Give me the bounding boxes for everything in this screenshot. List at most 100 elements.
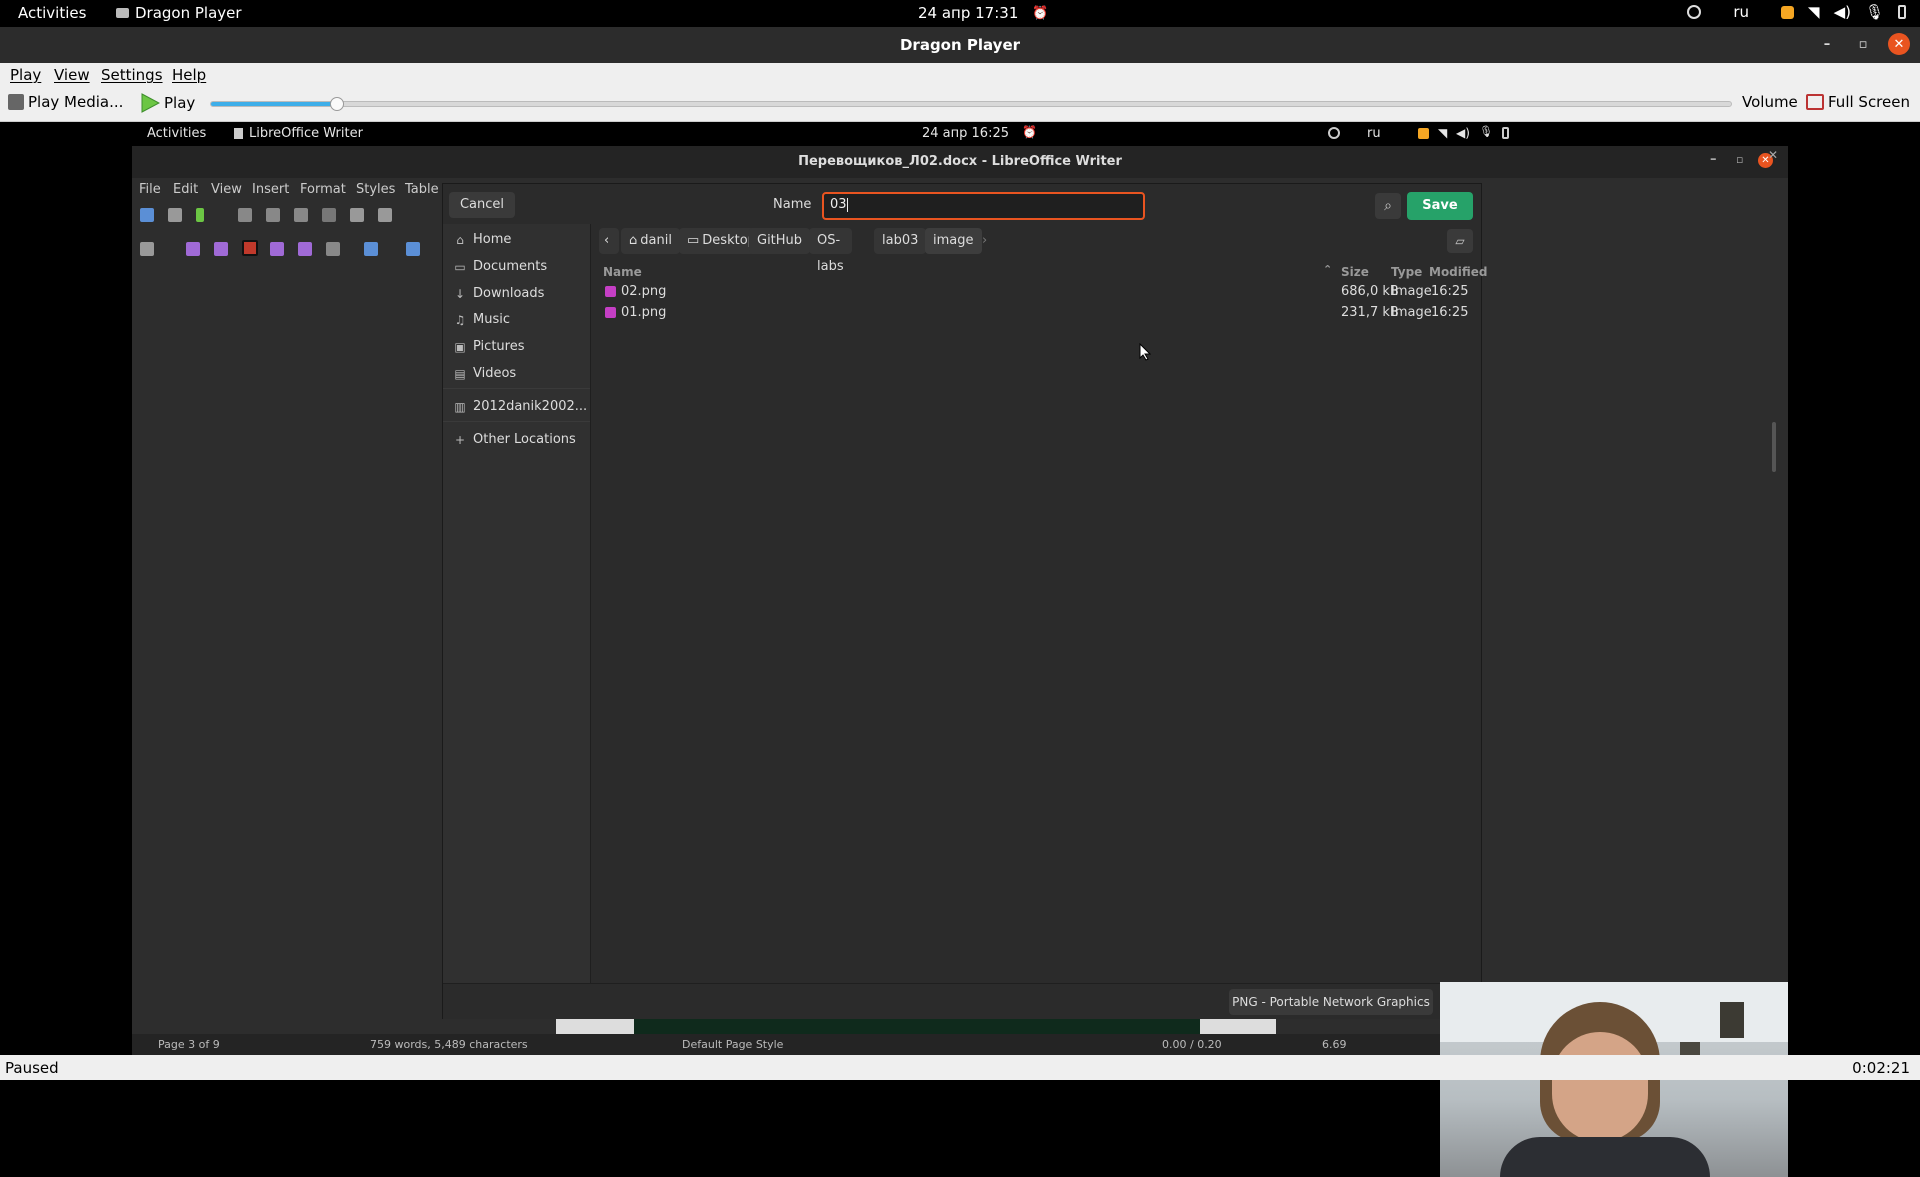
maximize-button[interactable]: ▫ xyxy=(1852,33,1874,55)
page-indicator: Page 3 of 9 xyxy=(158,1038,220,1051)
seek-handle[interactable] xyxy=(330,97,345,111)
inner-lang: ru xyxy=(1367,126,1381,141)
column-type[interactable]: Type xyxy=(1391,265,1422,279)
path-back-button[interactable]: ‹ xyxy=(599,228,619,254)
alarm-icon: ⏰ xyxy=(1032,5,1049,21)
inner-clock: 24 апр 16:25 xyxy=(922,126,1009,141)
file-type-filter[interactable]: PNG - Portable Network Graphics xyxy=(1229,989,1433,1015)
volume-button[interactable]: Volume xyxy=(1742,93,1798,111)
sidebar-item-drive[interactable]: ▥ 2012danik2002... xyxy=(453,399,587,414)
breadcrumb-image[interactable]: image xyxy=(925,228,982,254)
file-modified: 16:25 xyxy=(1431,284,1469,299)
sidebar-item-home[interactable]: ⌂ Home xyxy=(453,232,511,247)
breadcrumb-home[interactable]: ⌂ danil xyxy=(621,228,680,254)
save-button[interactable]: Save xyxy=(1407,192,1473,220)
fullscreen-button[interactable]: Full Screen xyxy=(1806,93,1910,111)
dialog-header: Cancel Name 03 ⌕ Save xyxy=(443,184,1481,224)
close-button[interactable]: ✕ xyxy=(1888,33,1910,55)
file-type: Image xyxy=(1391,305,1432,320)
breadcrumb-os-labs[interactable]: OS-labs xyxy=(809,228,852,274)
page-thumbnail xyxy=(1200,1019,1276,1034)
clock[interactable]: 24 апр 17:31 ⏰ xyxy=(918,4,1049,22)
activities-button[interactable]: Activities xyxy=(18,4,86,22)
column-name[interactable]: Name xyxy=(603,265,642,279)
export-icon xyxy=(238,208,252,222)
inner-activities: Activities xyxy=(147,126,207,141)
wrap-through-icon xyxy=(326,242,340,256)
play-media-button[interactable]: Play Media... xyxy=(8,93,123,111)
menu-settings[interactable]: Settings xyxy=(101,66,163,84)
sidebar-item-videos[interactable]: ▤ Videos xyxy=(453,366,516,381)
cancel-button[interactable]: Cancel xyxy=(449,192,515,218)
battery-icon xyxy=(1898,5,1906,19)
music-icon: ♫ xyxy=(454,312,466,327)
file-row[interactable]: 01.png 231,7 kB Image 16:25 xyxy=(599,303,1475,323)
app-menu[interactable]: Dragon Player xyxy=(116,4,242,22)
wifi-icon: ◥ xyxy=(1808,3,1820,21)
menu-help[interactable]: Help xyxy=(172,66,206,84)
dragon-icon xyxy=(116,8,129,18)
writer-menu-bar: File Edit View Insert Format Styles Tabl… xyxy=(132,178,442,200)
system-tray[interactable]: ru ◥ ◀) 🎙 xyxy=(1687,3,1906,21)
playback-time: 0:02:21 xyxy=(1852,1059,1910,1077)
window-title-bar: Dragon Player – ▫ ✕ xyxy=(0,27,1920,63)
new-doc-icon xyxy=(140,208,154,222)
anchor-icon xyxy=(140,242,154,256)
chevron-right-icon: › xyxy=(982,233,988,248)
inner-status-icon xyxy=(1328,127,1340,139)
new-folder-button[interactable]: ▱ xyxy=(1447,229,1473,253)
sidebar-item-pictures[interactable]: ▣ Pictures xyxy=(453,339,524,354)
search-button[interactable]: ⌕ xyxy=(1375,193,1401,219)
page-thumbnail xyxy=(556,1019,634,1034)
breadcrumb-label: danil xyxy=(640,233,672,248)
print-icon xyxy=(266,208,280,222)
save-icon xyxy=(196,208,204,222)
sidebar-item-downloads[interactable]: ↓ Downloads xyxy=(453,286,544,301)
filename-input[interactable]: 03 xyxy=(822,192,1145,220)
chevron-left-icon: ‹ xyxy=(604,233,610,248)
file-list-header: Name ⌃ Size Type Modified xyxy=(599,263,1488,281)
desktop-icon: ▭ xyxy=(687,233,700,248)
wrap-left-icon xyxy=(270,242,284,256)
sidebar-separator xyxy=(443,421,590,422)
inner-alarm-icon: ⏰ xyxy=(1022,125,1037,139)
breadcrumb-github[interactable]: GitHub xyxy=(749,228,811,254)
menu-play[interactable]: Play xyxy=(10,66,41,84)
lang-indicator[interactable]: ru xyxy=(1733,3,1749,21)
writer-title: Перевощиков_Л02.docx - LibreOffice Write… xyxy=(798,154,1122,169)
video-area[interactable]: Activities LibreOffice Writer 24 апр 16:… xyxy=(0,122,1920,1177)
writer-menu-edit: Edit xyxy=(173,182,199,197)
sidebar-item-label: Music xyxy=(473,312,510,327)
person-body xyxy=(1500,1137,1710,1177)
play-button[interactable]: Play xyxy=(140,93,195,113)
videos-icon: ▤ xyxy=(454,366,466,381)
inner-volume-icon: ◀) xyxy=(1456,126,1470,140)
drive-icon: ▥ xyxy=(454,399,466,414)
sort-ascending-icon: ⌃ xyxy=(1323,263,1333,276)
menu-view[interactable]: View xyxy=(54,66,90,84)
sidebar-item-music[interactable]: ♫ Music xyxy=(453,312,510,327)
file-row[interactable]: 02.png 686,0 kB Image 16:25 xyxy=(599,282,1475,302)
file-name: 01.png xyxy=(621,305,667,320)
sidebar-close-icon: ✕ xyxy=(1768,148,1779,162)
column-size[interactable]: Size xyxy=(1341,265,1369,279)
play-media-label: Play Media... xyxy=(28,93,124,111)
menu-bar: Play View Settings Help xyxy=(0,63,1920,87)
toolbar: Play Media... Play Volume Full Screen xyxy=(0,87,1920,122)
page-style: Default Page Style xyxy=(682,1038,784,1051)
writer-maximize: ▫ xyxy=(1736,153,1744,166)
inner-app-label: LibreOffice Writer xyxy=(249,126,363,141)
open-media-icon xyxy=(8,94,24,110)
file-name: 02.png xyxy=(621,284,667,299)
sidebar-item-documents[interactable]: ▭ Documents xyxy=(453,259,547,274)
breadcrumb-lab03[interactable]: lab03 xyxy=(874,228,927,254)
sidebar-item-other-locations[interactable]: + Other Locations xyxy=(453,432,576,447)
home-icon: ⌂ xyxy=(629,233,638,248)
wrap-right-icon xyxy=(298,242,312,256)
minimize-button[interactable]: – xyxy=(1816,33,1838,55)
document-strip xyxy=(556,1019,1276,1034)
path-forward-button[interactable]: › xyxy=(977,228,995,254)
seek-slider[interactable] xyxy=(210,97,1732,111)
column-modified[interactable]: Modified xyxy=(1429,265,1488,279)
file-modified: 16:25 xyxy=(1431,305,1469,320)
